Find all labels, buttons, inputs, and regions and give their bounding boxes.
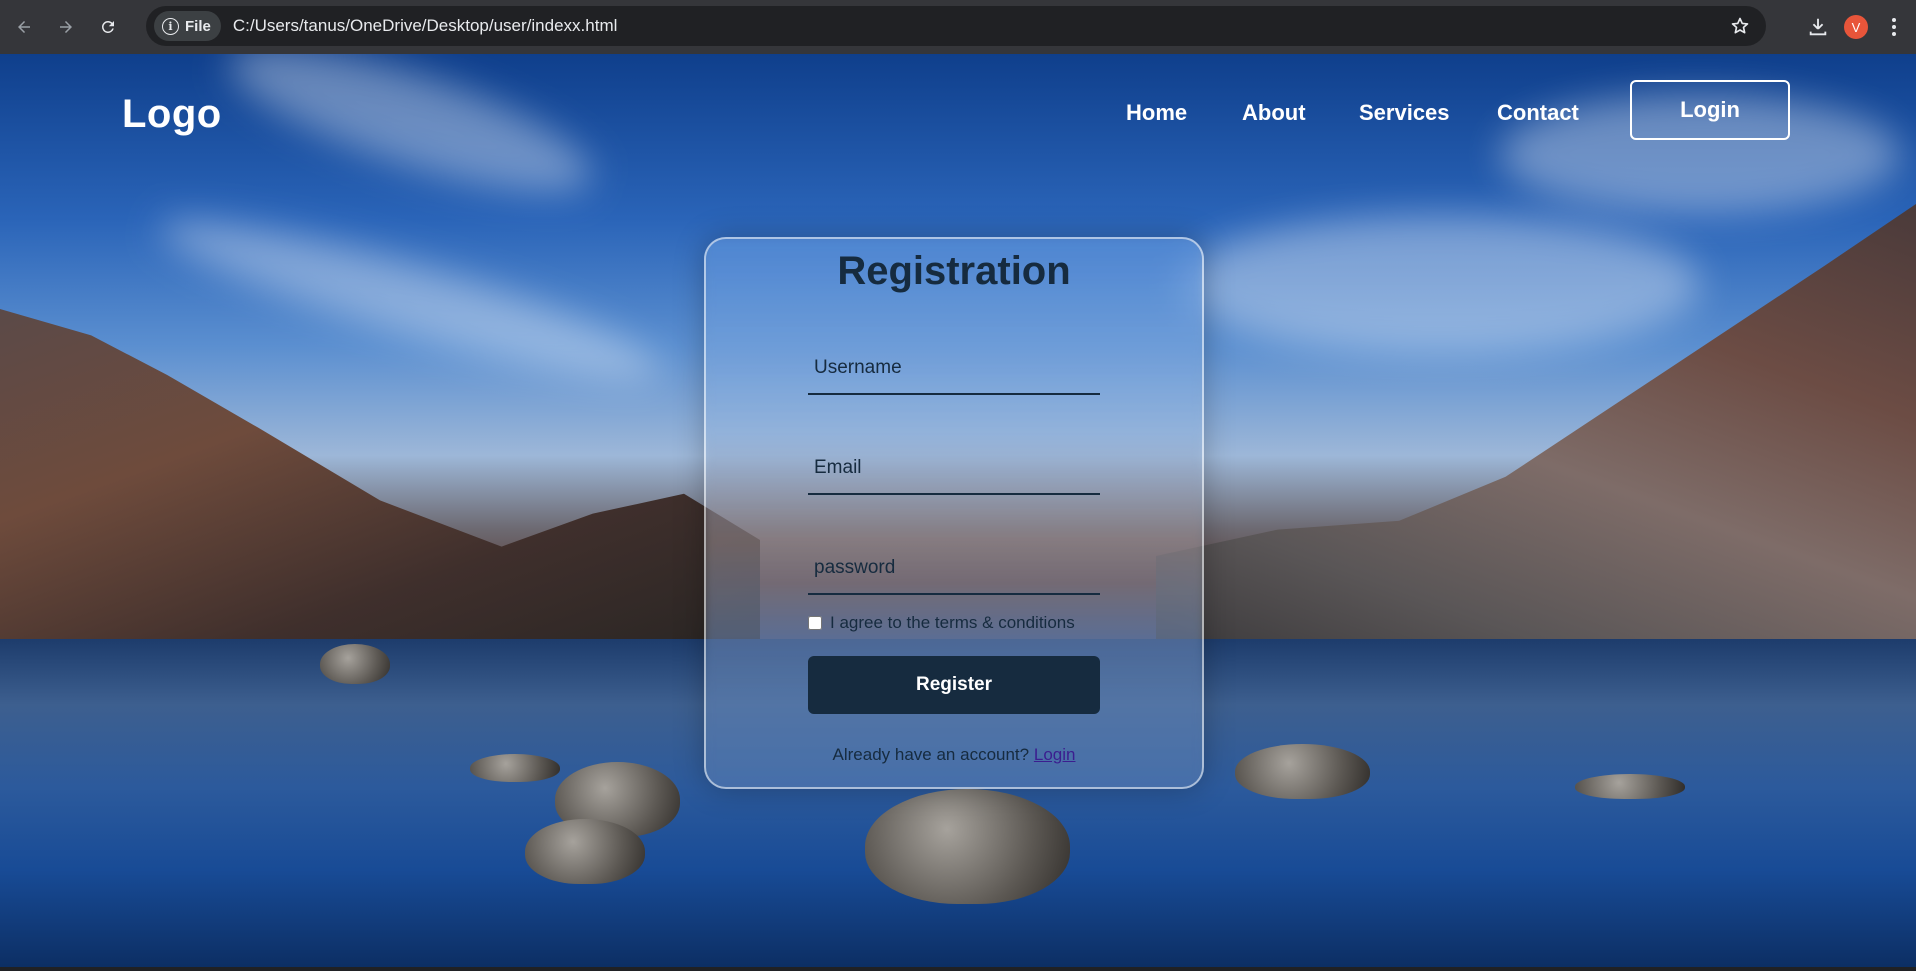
terms-label: I agree to the terms & conditions: [830, 613, 1075, 632]
email-input[interactable]: [808, 443, 1100, 493]
site-chip-label: File: [185, 17, 211, 35]
login-prompt: Already have an account? Login: [706, 745, 1202, 765]
download-icon[interactable]: [1798, 16, 1838, 38]
terms-row: I agree to the terms & conditions: [808, 613, 1075, 633]
profile-avatar[interactable]: V: [1844, 15, 1868, 39]
nav-about[interactable]: About: [1242, 100, 1306, 126]
registration-card: Registration I agree to the terms & cond…: [704, 237, 1204, 789]
menu-kebab-icon[interactable]: [1882, 18, 1906, 36]
terms-checkbox[interactable]: [808, 616, 822, 630]
forward-icon[interactable]: [48, 9, 84, 45]
nav-contact[interactable]: Contact: [1497, 100, 1579, 126]
site-info-chip[interactable]: i File: [154, 11, 221, 41]
nav-home[interactable]: Home: [1126, 100, 1187, 126]
header-login-button[interactable]: Login: [1630, 80, 1790, 140]
username-field[interactable]: [808, 343, 1100, 395]
address-bar[interactable]: i File C:/Users/tanus/OneDrive/Desktop/u…: [146, 6, 1766, 46]
site-logo[interactable]: Logo: [122, 92, 222, 137]
username-input[interactable]: [808, 343, 1100, 393]
password-input[interactable]: [808, 543, 1100, 593]
nav-services[interactable]: Services: [1359, 100, 1450, 126]
password-field[interactable]: [808, 543, 1100, 595]
form-title: Registration: [837, 249, 1071, 293]
info-icon: i: [162, 17, 179, 35]
browser-toolbar: i File C:/Users/tanus/OneDrive/Desktop/u…: [0, 0, 1916, 54]
bookmark-star-icon[interactable]: [1730, 16, 1750, 41]
reload-icon[interactable]: [90, 9, 126, 45]
register-button[interactable]: Register: [808, 656, 1100, 714]
url-text[interactable]: C:/Users/tanus/OneDrive/Desktop/user/ind…: [233, 16, 618, 36]
login-prompt-text: Already have an account?: [832, 745, 1030, 764]
email-field[interactable]: [808, 443, 1100, 495]
back-icon[interactable]: [6, 9, 42, 45]
login-link[interactable]: Login: [1034, 745, 1076, 764]
